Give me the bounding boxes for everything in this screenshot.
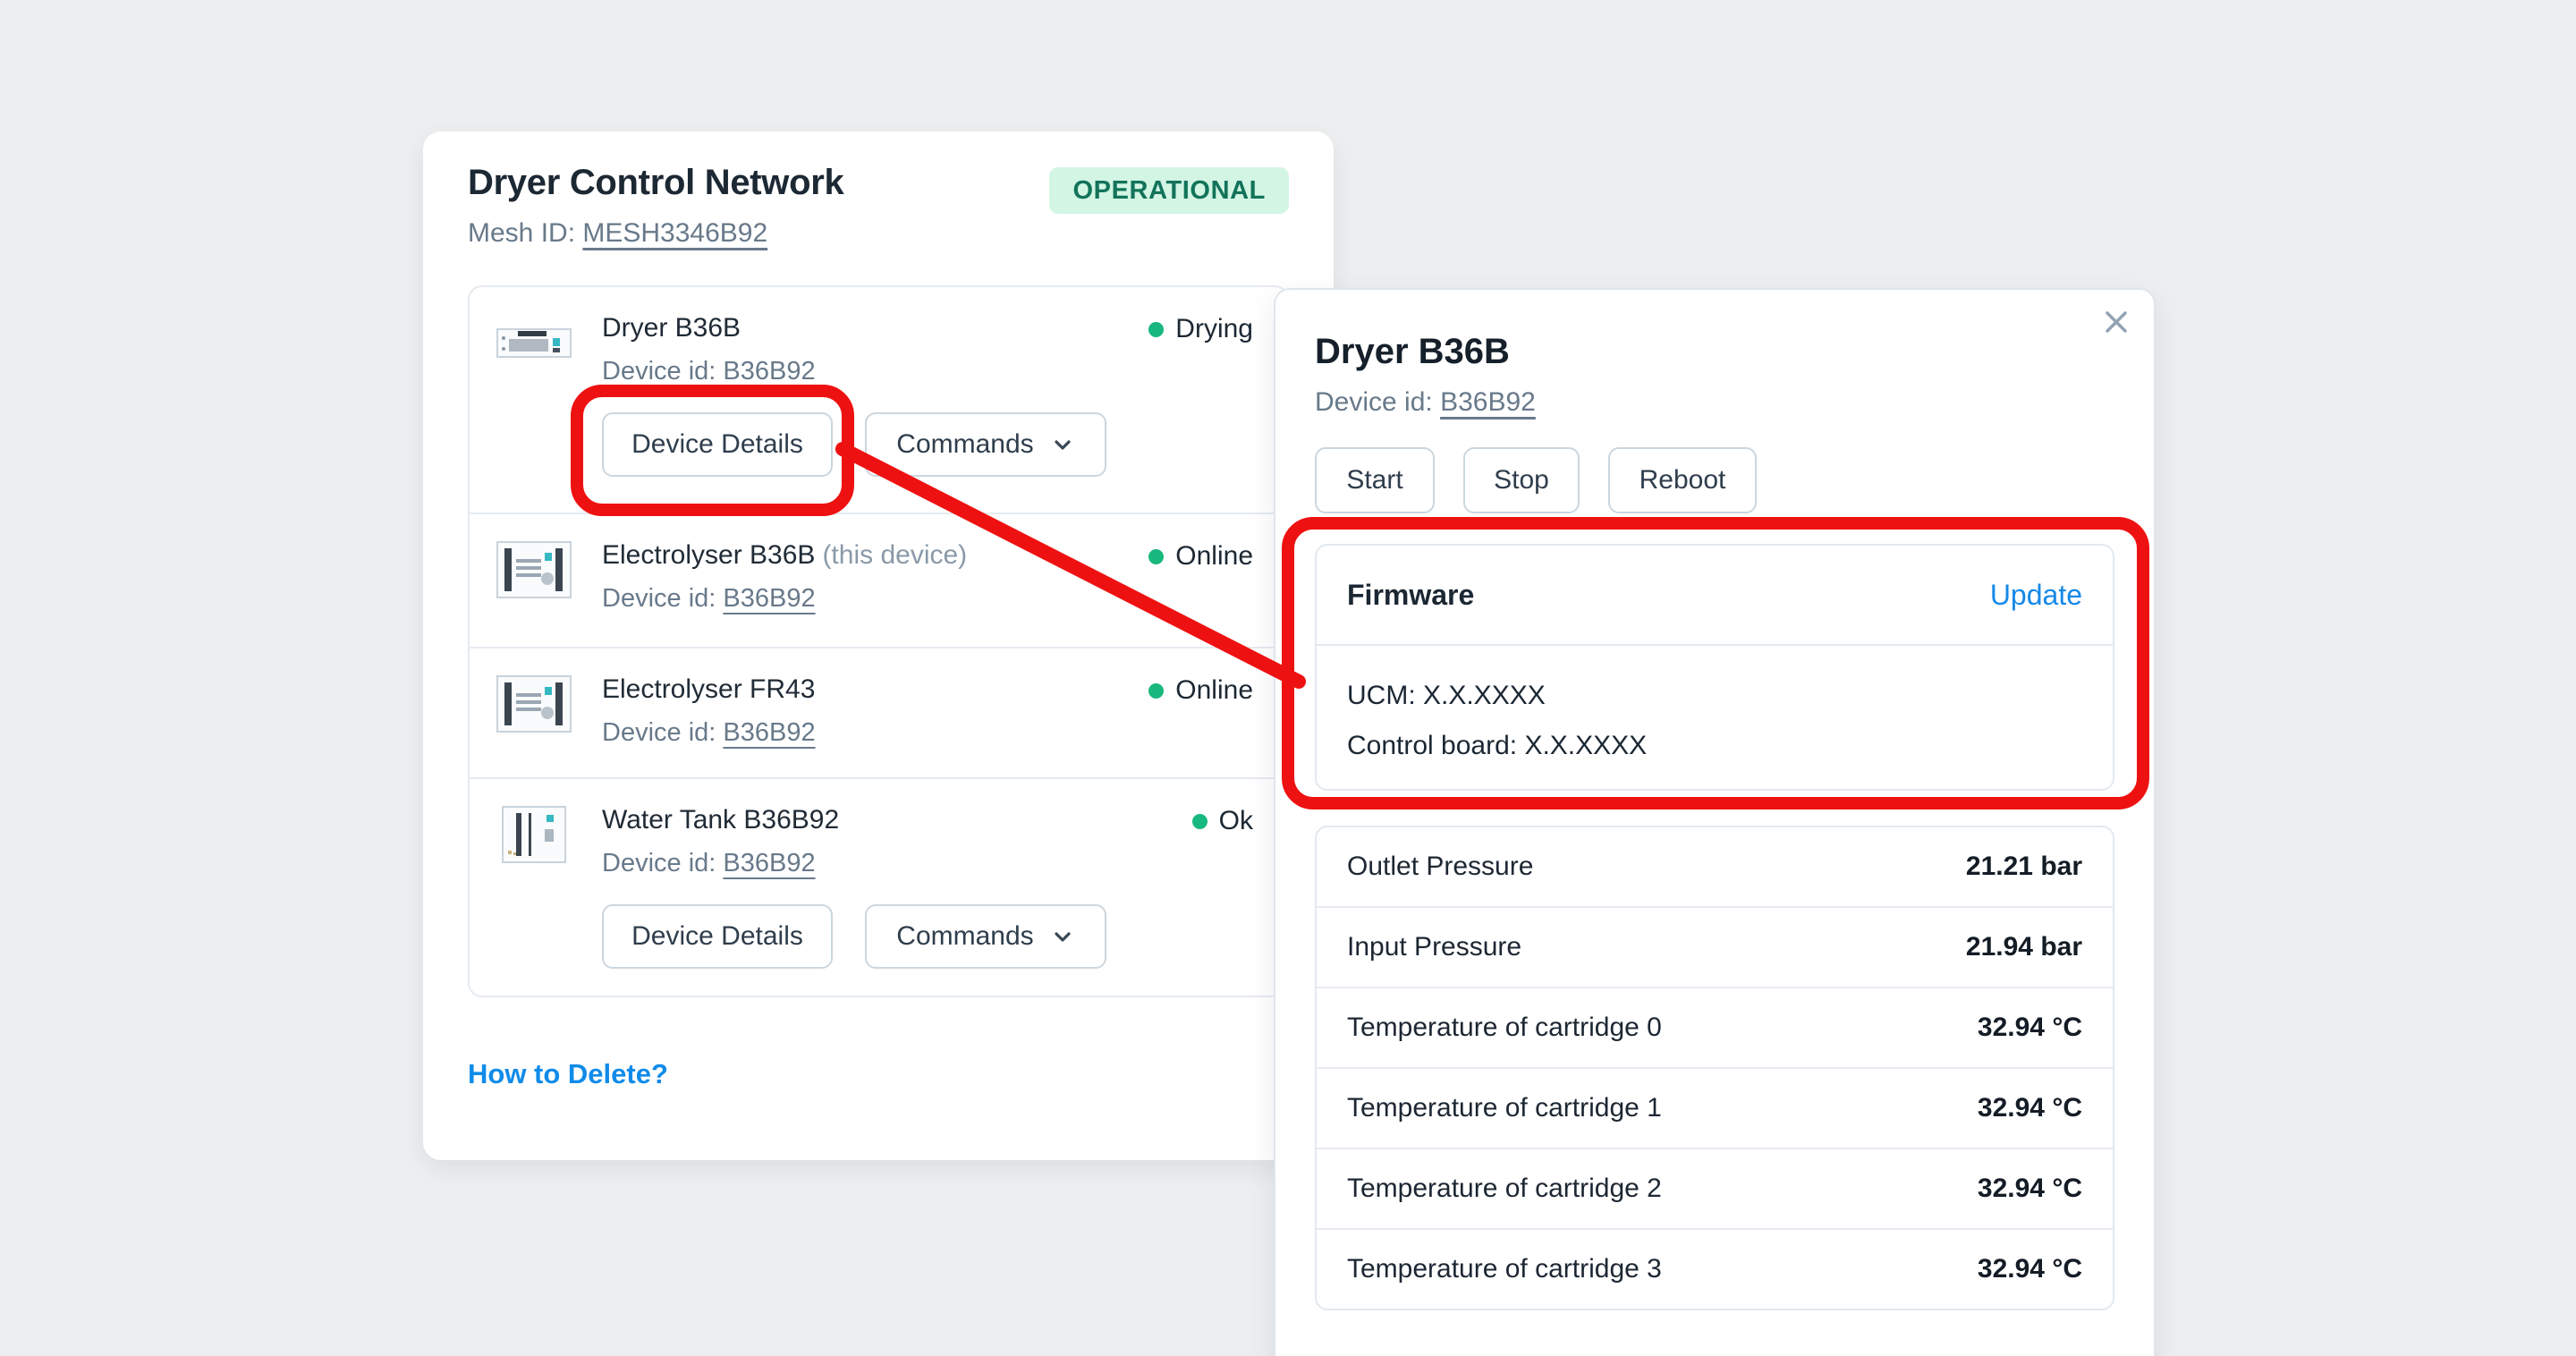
firmware-update-link[interactable]: Update xyxy=(1990,579,2082,612)
mesh-id-line: Mesh ID: MESH3346B92 xyxy=(468,216,843,251)
dryer-thumbnail-icon xyxy=(496,314,572,371)
metric-label: Temperature of cartridge 0 xyxy=(1347,1013,1662,1043)
device-id-line: Device id: B36B92 xyxy=(602,581,967,616)
commands-button[interactable]: Commands xyxy=(865,412,1106,477)
table-row: Temperature of cartridge 1 32.94 °C xyxy=(1317,1067,2113,1148)
action-buttons: Start Stop Reboot xyxy=(1315,447,2114,513)
device-id-link[interactable]: B36B92 xyxy=(723,584,815,613)
table-row: Input Pressure 21.94 bar xyxy=(1317,906,2113,987)
stop-button[interactable]: Stop xyxy=(1463,447,1580,513)
device-name: Dryer B36B xyxy=(602,310,1106,346)
commands-button-label: Commands xyxy=(896,921,1033,952)
status-label: Ok xyxy=(1219,806,1253,836)
table-row: Temperature of cartridge 3 32.94 °C xyxy=(1317,1228,2113,1309)
firmware-control-board-version: Control board: X.X.XXXX xyxy=(1347,728,2082,764)
device-id-line: Device id: B36B92 xyxy=(602,353,1106,389)
electrolyser-thumbnail-icon xyxy=(496,541,572,598)
metric-label: Temperature of cartridge 1 xyxy=(1347,1093,1662,1123)
metrics-table: Outlet Pressure 21.21 bar Input Pressure… xyxy=(1315,826,2114,1310)
metric-label: Outlet Pressure xyxy=(1347,852,1533,882)
device-info: Electrolyser B36B(this device) Device id… xyxy=(602,538,967,616)
chevron-down-icon xyxy=(1050,432,1075,457)
metric-value: 32.94 °C xyxy=(1978,1174,2082,1204)
panel-title: Dryer B36B xyxy=(1315,329,2114,374)
electrolyser-thumbnail-icon xyxy=(496,675,572,733)
table-row: Temperature of cartridge 0 32.94 °C xyxy=(1317,987,2113,1067)
page-title: Dryer Control Network xyxy=(468,160,843,205)
device-id-label: Device id: xyxy=(602,357,716,386)
device-id-line: Device id: B36B92 xyxy=(602,845,1106,881)
device-detail-panel: Dryer B36B Device id: B36B92 Start Stop … xyxy=(1274,288,2156,1356)
device-row-electrolyser-fr43: Electrolyser FR43 Device id: B36B92 Onli… xyxy=(470,647,1287,777)
close-icon[interactable] xyxy=(2097,302,2136,342)
mesh-id-link[interactable]: MESH3346B92 xyxy=(582,218,767,248)
firmware-section: Firmware Update UCM: X.X.XXXX Control bo… xyxy=(1315,544,2114,791)
status-label: Drying xyxy=(1175,314,1253,344)
metric-label: Temperature of cartridge 3 xyxy=(1347,1254,1662,1284)
start-button[interactable]: Start xyxy=(1315,447,1435,513)
table-row: Temperature of cartridge 2 32.94 °C xyxy=(1317,1148,2113,1228)
panel-device-id-line: Device id: B36B92 xyxy=(1315,385,2114,420)
device-details-button[interactable]: Device Details xyxy=(602,412,833,477)
device-row-water-tank: Water Tank B36B92 Device id: B36B92 Devi… xyxy=(470,777,1287,996)
status-dot-icon xyxy=(1192,814,1208,829)
device-list: Dryer B36B Device id: B36B92 Device Deta… xyxy=(468,285,1289,997)
how-to-delete-link[interactable]: How to Delete? xyxy=(468,1058,668,1090)
metric-value: 32.94 °C xyxy=(1978,1093,2082,1123)
network-card-header: Dryer Control Network Mesh ID: MESH3346B… xyxy=(468,160,1289,251)
device-id-label: Device id: xyxy=(602,584,716,613)
device-info: Dryer B36B Device id: B36B92 Device Deta… xyxy=(602,310,1106,477)
device-id-label: Device id: xyxy=(1315,387,1433,417)
device-status: Drying xyxy=(1148,314,1253,344)
commands-button[interactable]: Commands xyxy=(865,904,1106,969)
water-tank-thumbnail-icon xyxy=(496,806,572,863)
mesh-id-label: Mesh ID: xyxy=(468,218,575,248)
firmware-title: Firmware xyxy=(1347,579,1474,612)
reboot-button[interactable]: Reboot xyxy=(1608,447,1757,513)
metric-label: Input Pressure xyxy=(1347,932,1521,962)
device-id-line: Device id: B36B92 xyxy=(602,715,822,750)
metric-value: 32.94 °C xyxy=(1978,1013,2082,1043)
status-dot-icon xyxy=(1148,683,1164,699)
status-badge: OPERATIONAL xyxy=(1049,167,1289,214)
status-dot-icon xyxy=(1148,322,1164,337)
metric-value: 21.94 bar xyxy=(1966,932,2082,962)
device-status: Ok xyxy=(1192,806,1253,836)
device-name: Water Tank B36B92 xyxy=(602,802,1106,838)
table-row: Outlet Pressure 21.21 bar xyxy=(1317,827,2113,906)
device-details-button[interactable]: Device Details xyxy=(602,904,833,969)
device-name: Electrolyser B36B(this device) xyxy=(602,538,967,573)
status-dot-icon xyxy=(1148,549,1164,564)
app-background: Dryer Control Network Mesh ID: MESH3346B… xyxy=(0,0,2576,1356)
device-id-link[interactable]: B36B92 xyxy=(723,357,815,386)
device-id-label: Device id: xyxy=(602,718,716,747)
device-id-label: Device id: xyxy=(602,849,716,877)
metric-label: Temperature of cartridge 2 xyxy=(1347,1174,1662,1204)
metric-value: 32.94 °C xyxy=(1978,1254,2082,1284)
chevron-down-icon xyxy=(1050,924,1075,949)
status-label: Online xyxy=(1175,541,1253,572)
network-card: Dryer Control Network Mesh ID: MESH3346B… xyxy=(423,131,1334,1160)
device-info: Electrolyser FR43 Device id: B36B92 xyxy=(602,672,822,750)
device-status: Online xyxy=(1148,675,1253,706)
device-id-link[interactable]: B36B92 xyxy=(723,718,815,747)
device-row-electrolyser-b36b: Electrolyser B36B(this device) Device id… xyxy=(470,513,1287,647)
device-id-link[interactable]: B36B92 xyxy=(723,849,815,877)
device-name-suffix: (this device) xyxy=(822,540,967,570)
status-label: Online xyxy=(1175,675,1253,706)
device-status: Online xyxy=(1148,541,1253,572)
metric-value: 21.21 bar xyxy=(1966,852,2082,882)
device-name: Electrolyser FR43 xyxy=(602,672,822,708)
device-id-link[interactable]: B36B92 xyxy=(1440,387,1536,417)
commands-button-label: Commands xyxy=(896,429,1033,460)
device-row-dryer: Dryer B36B Device id: B36B92 Device Deta… xyxy=(470,287,1287,513)
firmware-ucm-version: UCM: X.X.XXXX xyxy=(1347,678,2082,714)
device-info: Water Tank B36B92 Device id: B36B92 Devi… xyxy=(602,802,1106,969)
